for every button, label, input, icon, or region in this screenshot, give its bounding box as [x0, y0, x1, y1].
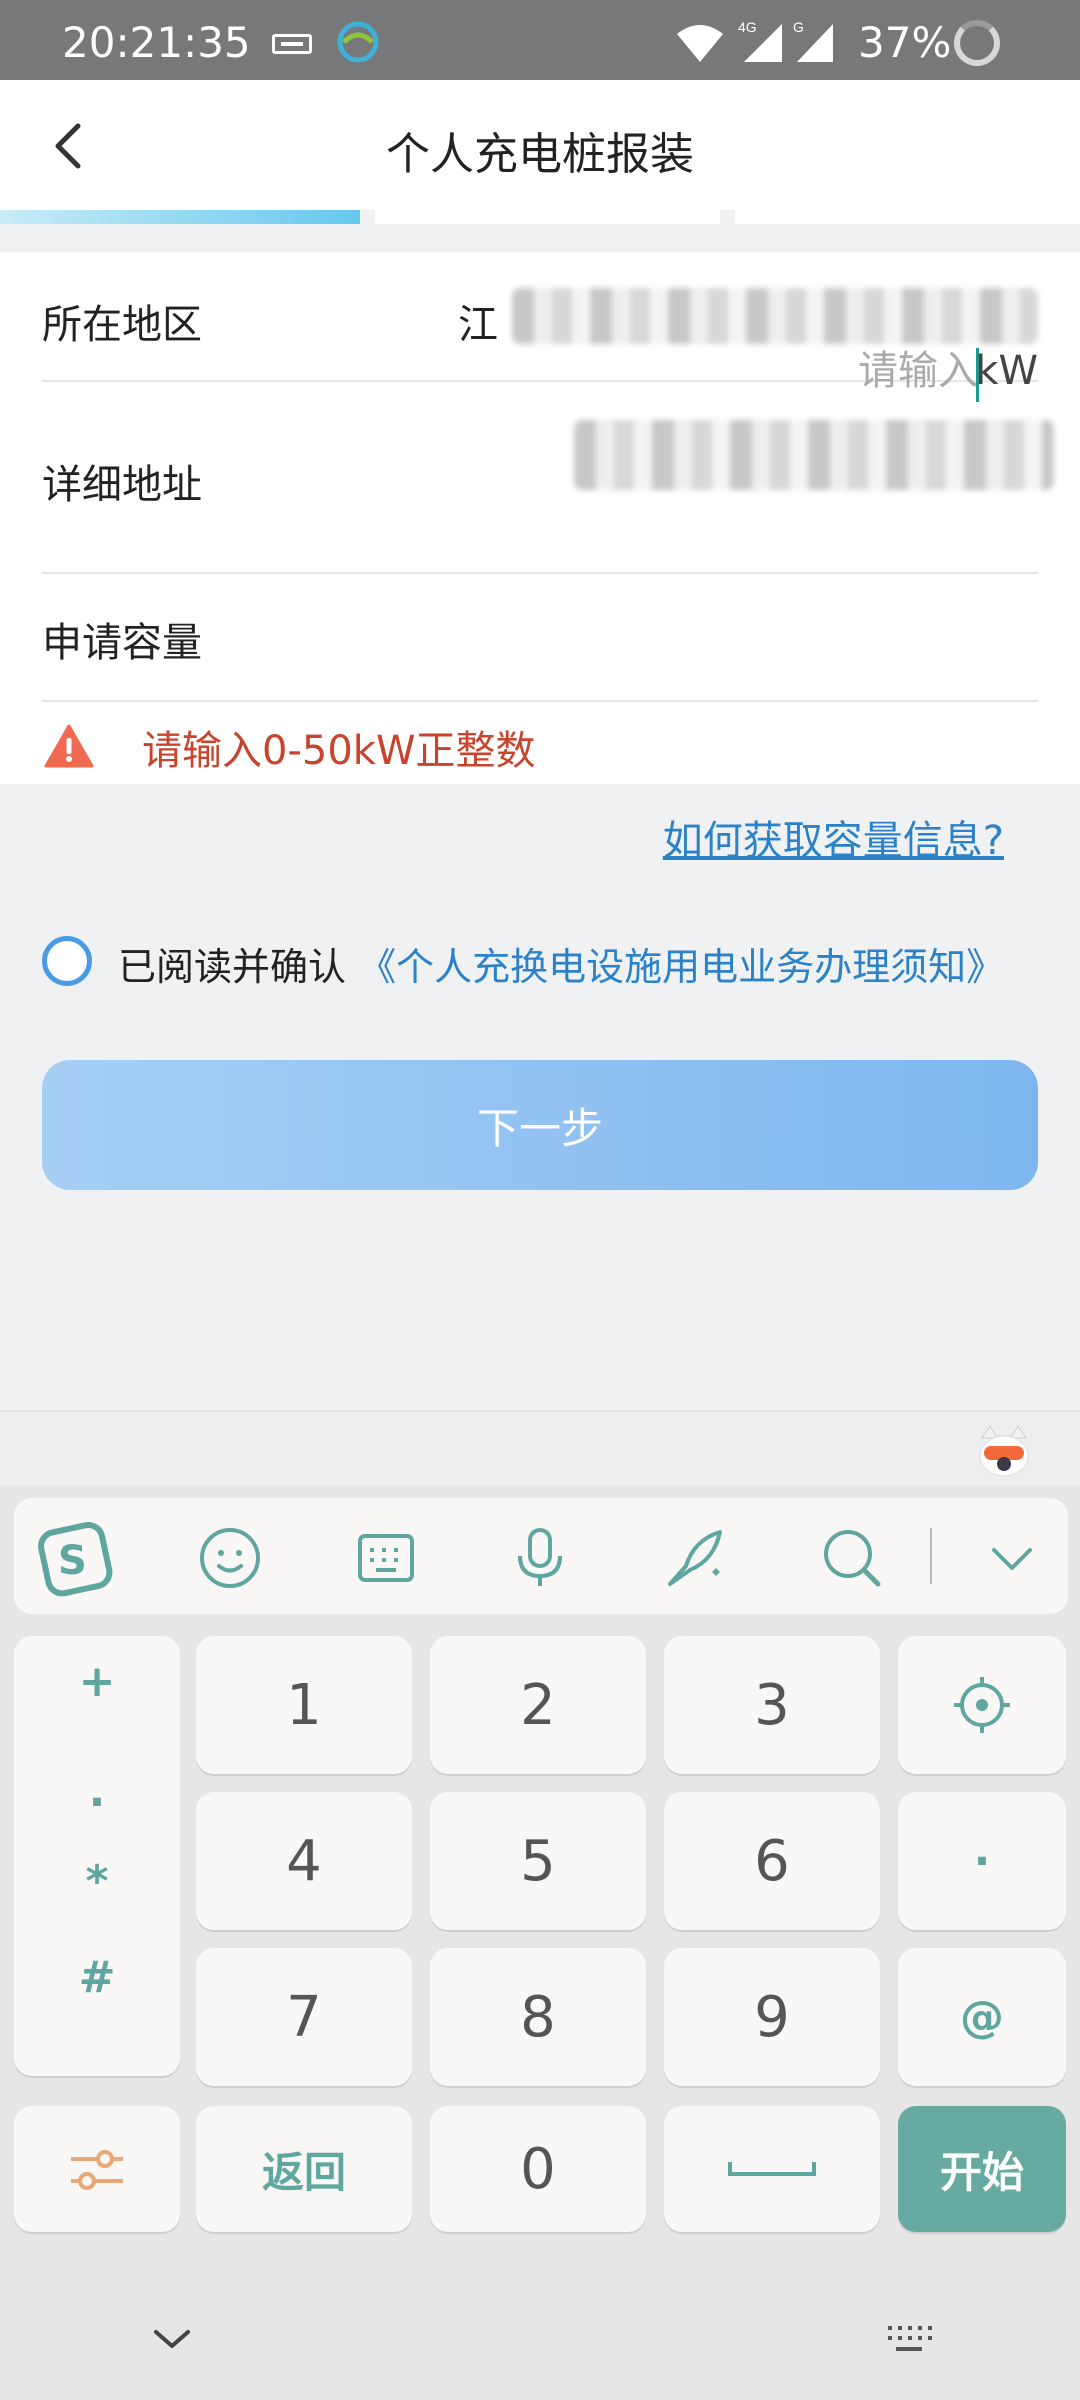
address-value-redacted[interactable] — [574, 420, 1054, 490]
keyboard-nav-row — [0, 2286, 1080, 2400]
handwriting-icon[interactable] — [664, 1526, 728, 1590]
keyboard-status-icon — [272, 34, 312, 54]
warning-icon — [44, 724, 94, 768]
china-mobile-icon — [337, 21, 379, 63]
key-5[interactable]: 5 — [430, 1792, 646, 1930]
region-label: 所在地区 — [42, 302, 202, 348]
cursor-key[interactable] — [898, 1636, 1066, 1774]
capacity-input[interactable] — [828, 348, 978, 394]
key-4[interactable]: 4 — [196, 1792, 412, 1930]
hide-keyboard-icon[interactable] — [150, 2324, 194, 2354]
signal-4g-icon: 4G — [738, 19, 782, 62]
wifi-icon — [677, 25, 723, 62]
collapse-keyboard-icon[interactable] — [980, 1526, 1044, 1590]
agreement-radio[interactable] — [42, 936, 92, 986]
battery-ring-icon — [954, 20, 1000, 66]
page-header: 个人充电桩报装 — [0, 80, 1080, 210]
net-label-4g: 4G — [738, 19, 757, 35]
symbol-dot[interactable]: . — [14, 1766, 180, 1817]
back-key[interactable]: 返回 — [196, 2106, 412, 2232]
space-key[interactable] — [664, 2106, 880, 2232]
at-key[interactable]: @ — [898, 1948, 1066, 2086]
symbol-asterisk[interactable]: * — [14, 1856, 180, 1907]
switch-keyboard-icon[interactable] — [884, 2322, 934, 2356]
keyboard-toolbar: S — [14, 1498, 1068, 1614]
symbol-column-key[interactable]: + . * # — [14, 1636, 180, 2076]
symbol-hash[interactable]: # — [14, 1952, 180, 2003]
keyboard: S + . * # 1 2 3 4 5 6 · 7 8 9 @ 返回 0 开始 — [0, 1486, 1080, 2400]
divider — [42, 572, 1038, 574]
key-3[interactable]: 3 — [664, 1636, 880, 1774]
key-6[interactable]: 6 — [664, 1792, 880, 1930]
search-icon[interactable] — [820, 1526, 884, 1590]
capacity-label: 申请容量 — [42, 620, 202, 666]
agreement-prefix: 已阅读并确认 — [118, 945, 347, 989]
key-8[interactable]: 8 — [430, 1948, 646, 2086]
capacity-unit: kW — [975, 348, 1038, 394]
key-0[interactable]: 0 — [430, 2106, 646, 2232]
capacity-warning-text: 请输入0-50kW正整数 — [142, 728, 536, 774]
region-value-redacted — [512, 288, 1038, 344]
key-7[interactable]: 7 — [196, 1948, 412, 2086]
key-2[interactable]: 2 — [430, 1636, 646, 1774]
cursor-target-icon — [954, 1677, 1010, 1733]
ime-mascot-icon[interactable] — [976, 1424, 1032, 1478]
sogou-logo-icon[interactable]: S — [36, 1518, 116, 1598]
battery-percent: 37% — [858, 18, 952, 67]
progress-segment-2 — [375, 210, 720, 224]
application-form: 所在地区 江 详细地址 申请容量 kW 请输入0-50kW正整数 — [0, 252, 1080, 784]
keyboard-topbar — [0, 1410, 1080, 1486]
progress-segment-3 — [735, 210, 1080, 224]
key-9[interactable]: 9 — [664, 1948, 880, 2086]
agreement-text: 已阅读并确认 《个人充换电设施用电业务办理须知》 — [118, 936, 1004, 991]
settings-key[interactable] — [14, 2106, 180, 2232]
symbol-plus[interactable]: + — [14, 1656, 180, 1707]
divider — [42, 700, 1038, 702]
dot-key[interactable]: · — [898, 1792, 1066, 1930]
agreement-link[interactable]: 《个人充换电设施用电业务办理须知》 — [358, 945, 1004, 989]
svg-text:S: S — [58, 1538, 87, 1584]
signal-g-icon: G — [793, 19, 833, 62]
microphone-icon[interactable] — [508, 1526, 572, 1590]
emoji-icon[interactable] — [198, 1526, 262, 1590]
net-label-g: G — [793, 19, 804, 35]
region-value: 江 — [458, 302, 498, 348]
status-time: 20:21:35 — [62, 18, 251, 67]
key-1[interactable]: 1 — [196, 1636, 412, 1774]
status-bar: 20:21:35 4G G 37% — [0, 0, 1080, 80]
toolbar-separator — [930, 1528, 932, 1584]
next-step-button[interactable]: 下一步 — [42, 1060, 1038, 1190]
capacity-help-link[interactable]: 如何获取容量信息? — [663, 808, 1004, 866]
space-bar-icon — [728, 2162, 816, 2176]
keyboard-layout-icon[interactable] — [354, 1526, 418, 1590]
step-progress — [0, 210, 1080, 252]
start-key[interactable]: 开始 — [898, 2106, 1066, 2232]
sliders-icon — [71, 2150, 123, 2190]
progress-fill — [0, 210, 360, 224]
address-label: 详细地址 — [42, 462, 202, 508]
page-title: 个人充电桩报装 — [386, 129, 694, 180]
